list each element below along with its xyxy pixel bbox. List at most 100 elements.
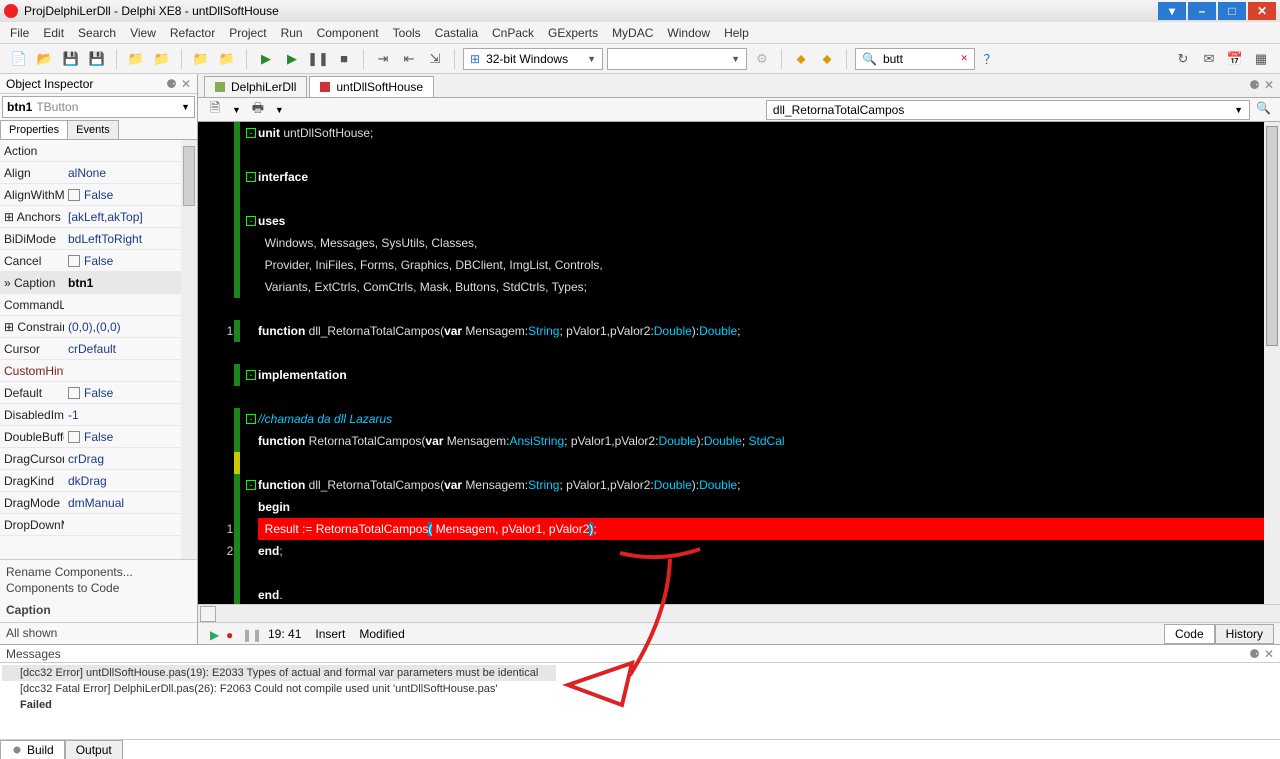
menu-tools[interactable]: Tools [393, 26, 421, 40]
help-button[interactable]: ？ [979, 48, 1001, 70]
prop-row[interactable]: CursorcrDefault [0, 338, 197, 360]
menubar: File Edit Search View Refactor Project Run Comp… [0, 22, 1280, 44]
prop-row[interactable]: DragKinddkDrag [0, 470, 197, 492]
tab-history[interactable]: History [1215, 624, 1274, 644]
menu-window[interactable]: Window [667, 26, 710, 40]
tab-properties[interactable]: Properties [0, 120, 68, 139]
open-button[interactable]: 📂 [34, 48, 56, 70]
menu-castalia[interactable]: Castalia [435, 26, 478, 40]
prop-row[interactable]: CustomHint [0, 360, 197, 382]
menu-file[interactable]: File [10, 26, 29, 40]
prop-row[interactable]: DragCursorcrDrag [0, 448, 197, 470]
component-select[interactable]: btn1 TButton ▼ [2, 96, 195, 118]
editor-vscroll[interactable] [1264, 122, 1280, 604]
prop-row[interactable]: CommandLink [0, 294, 197, 316]
platform-select[interactable]: ⊞ 32-bit Windows ▼ [463, 48, 603, 70]
menu-gexperts[interactable]: GExperts [548, 26, 598, 40]
menu-run[interactable]: Run [281, 26, 303, 40]
prop-row[interactable]: BiDiModebdLeftToRight [0, 228, 197, 250]
macro-pause-icon[interactable]: ❚❚ [242, 628, 254, 640]
footer-action-rename[interactable]: Rename Components... [6, 564, 191, 580]
message-item[interactable]: Failed [2, 697, 70, 713]
tab-output[interactable]: Output [65, 740, 123, 759]
messages-list[interactable]: [dcc32 Error] untDllSoftHouse.pas(19): E… [0, 663, 1280, 739]
step-into-button[interactable]: ⇥ [372, 48, 394, 70]
calendar-icon[interactable]: 📅 [1224, 48, 1246, 70]
save-all-button[interactable]: 💾 [86, 48, 108, 70]
stop-button[interactable]: ■ [333, 48, 355, 70]
editor-tab[interactable]: DelphiLerDll [204, 76, 307, 97]
prop-row[interactable]: DoubleBufferedFalse [0, 426, 197, 448]
function-combo[interactable]: dll_RetornaTotalCampos ▼ [766, 100, 1250, 120]
menu-help[interactable]: Help [724, 26, 749, 40]
app-logo [4, 4, 18, 18]
refresh-icon[interactable]: ↻ [1172, 48, 1194, 70]
menu-mydac[interactable]: MyDAC [612, 26, 653, 40]
message-item[interactable]: [dcc32 Error] untDllSoftHouse.pas(19): E… [2, 665, 556, 681]
nav-fwd-button[interactable]: ⬥ [816, 48, 838, 70]
folder-play-button[interactable]: 📁 [216, 48, 238, 70]
pin-icon[interactable]: ⚈ [1249, 78, 1260, 92]
inspector-tabs: Properties Events [0, 120, 197, 140]
prop-row[interactable]: DefaultFalse [0, 382, 197, 404]
save-button[interactable]: 💾 [60, 48, 82, 70]
menu-refactor[interactable]: Refactor [170, 26, 215, 40]
prop-row[interactable]: DragModedmManual [0, 492, 197, 514]
grid-icon[interactable]: ▦ [1250, 48, 1272, 70]
editor-hscroll[interactable] [198, 604, 1280, 622]
minimize2-button[interactable]: – [1188, 2, 1216, 20]
prop-row[interactable]: Action [0, 140, 197, 162]
property-grid[interactable]: ActionAlignalNoneAlignWithMarginsFalse⊞ … [0, 140, 197, 559]
menu-search[interactable]: Search [78, 26, 116, 40]
editor-tab[interactable]: untDllSoftHouse [309, 76, 434, 97]
menu-edit[interactable]: Edit [43, 26, 64, 40]
prop-row[interactable]: DisabledImageIndex-1 [0, 404, 197, 426]
print-icon[interactable]: 🖶 [247, 99, 269, 121]
run-without-debug-button[interactable]: ▶ [281, 48, 303, 70]
step-out-button[interactable]: ⇲ [424, 48, 446, 70]
run-button[interactable]: ▶ [255, 48, 277, 70]
prop-row[interactable]: AlignalNone [0, 162, 197, 184]
remove-button[interactable]: 📁 [151, 48, 173, 70]
menu-project[interactable]: Project [229, 26, 266, 40]
maximize-button[interactable]: □ [1218, 2, 1246, 20]
pin-icon[interactable]: ⚈ [166, 77, 177, 91]
message-item[interactable]: [dcc32 Fatal Error] DelphiLerDll.pas(26)… [2, 681, 515, 697]
minimize-button[interactable]: ▾ [1158, 2, 1186, 20]
close-button[interactable]: ✕ [1248, 2, 1276, 20]
prop-row[interactable]: DropDownMenu [0, 514, 197, 536]
component-class: TButton [36, 100, 78, 114]
ide-search[interactable]: 🔍 butt ✕ [855, 48, 975, 70]
main-toolbar: 📄 📂 💾 💾 📁 📁 📁 📁 ▶ ▶ ❚❚ ■ ⇥ ⇤ ⇲ ⊞ 32-bit … [0, 44, 1280, 74]
macro-record-icon[interactable]: ● [226, 628, 238, 640]
find-icon[interactable]: 🔍 [1256, 101, 1274, 119]
footer-action-code[interactable]: Components to Code [6, 580, 191, 596]
step-over-button[interactable]: ⇤ [398, 48, 420, 70]
close-icon[interactable]: ✕ [1264, 78, 1274, 92]
tab-events[interactable]: Events [67, 120, 119, 139]
menu-view[interactable]: View [130, 26, 156, 40]
macro-play-icon[interactable]: ▶ [210, 628, 222, 640]
prop-row[interactable]: CancelFalse [0, 250, 197, 272]
add-folder-button[interactable]: 📁 [125, 48, 147, 70]
mail-icon[interactable]: ✉ [1198, 48, 1220, 70]
prop-row[interactable]: » Captionbtn1 [0, 272, 197, 294]
unit-icon[interactable]: 🗎 [204, 99, 226, 121]
folder-add-button[interactable]: 📁 [190, 48, 212, 70]
pause-button[interactable]: ❚❚ [307, 48, 329, 70]
prop-row[interactable]: ⊞ Constraints(0,0),(0,0) [0, 316, 197, 338]
close-icon[interactable]: ✕ [181, 77, 191, 91]
close-icon[interactable]: ✕ [1264, 647, 1274, 661]
new-button[interactable]: 📄 [8, 48, 30, 70]
menu-cnpack[interactable]: CnPack [492, 26, 534, 40]
prop-row[interactable]: ⊞ Anchors[akLeft,akTop] [0, 206, 197, 228]
prop-row[interactable]: AlignWithMarginsFalse [0, 184, 197, 206]
editor-tabs: DelphiLerDlluntDllSoftHouse ⚈ ✕ [198, 74, 1280, 98]
nav-back-button[interactable]: ⬥ [790, 48, 812, 70]
tab-code[interactable]: Code [1164, 624, 1215, 644]
menu-component[interactable]: Component [317, 26, 379, 40]
pin-icon[interactable]: ⚈ [1249, 647, 1260, 661]
config-select[interactable]: ▼ [607, 48, 747, 70]
tab-build[interactable]: Build [0, 740, 65, 759]
code-editor[interactable]: 101920 ------ unit untDllSoftHouse;inter… [198, 122, 1280, 604]
